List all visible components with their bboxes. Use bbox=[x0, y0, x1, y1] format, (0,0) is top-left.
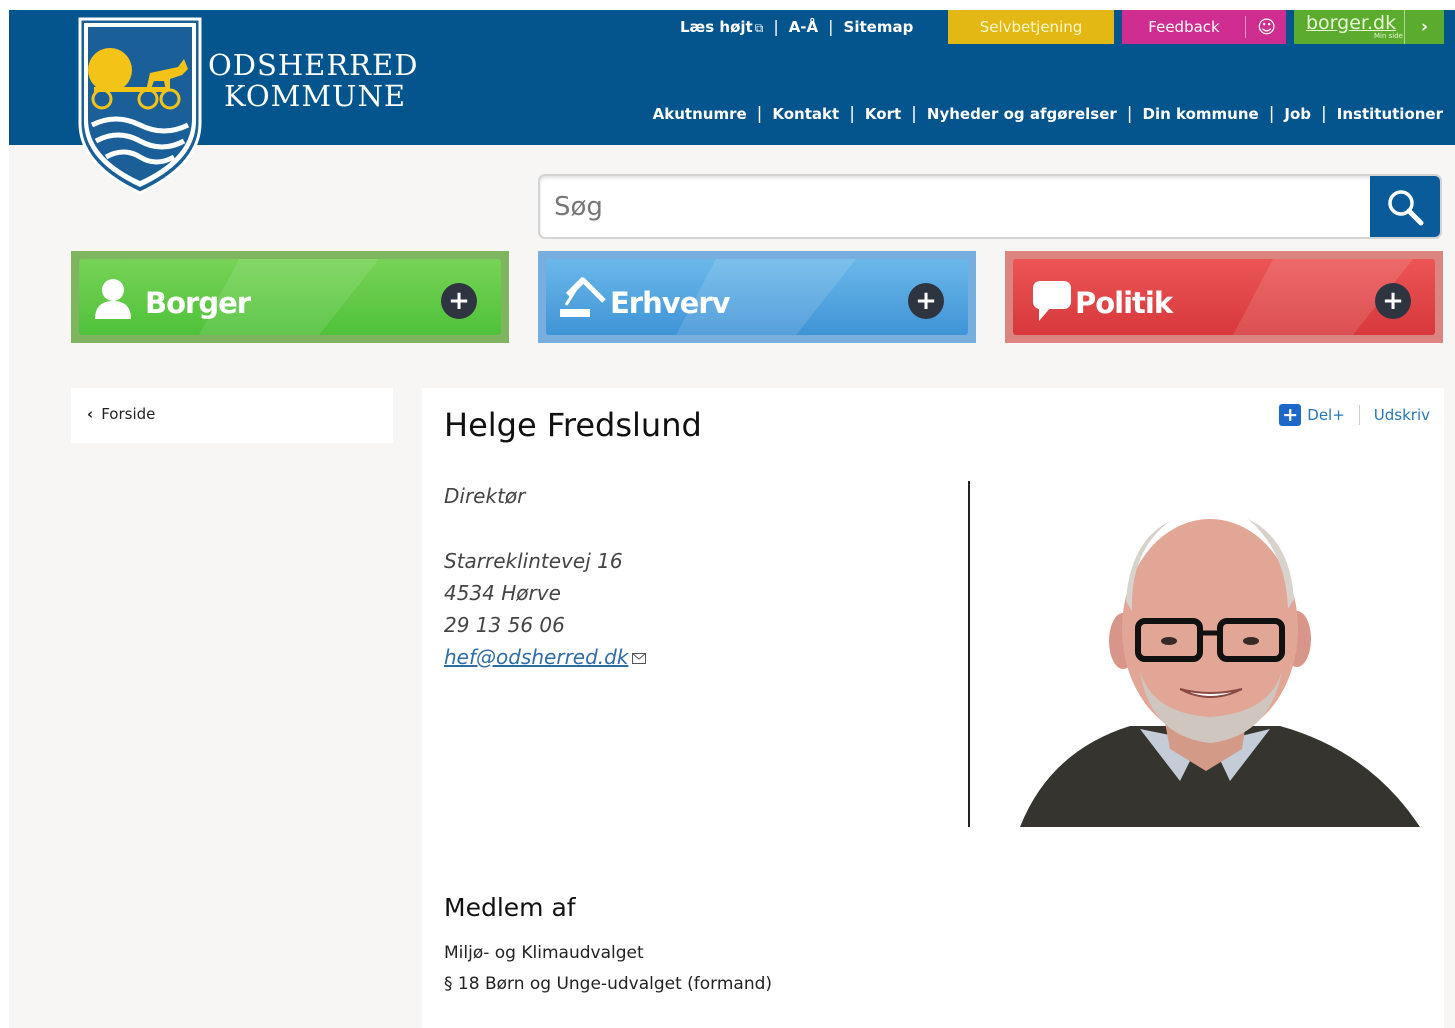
borger-dk-label: borger.dk bbox=[1306, 12, 1397, 34]
plus-icon: + bbox=[908, 283, 944, 319]
tile-borger-label: Borger bbox=[145, 286, 251, 320]
print-link[interactable]: Udskriv bbox=[1374, 406, 1430, 424]
read-aloud-link[interactable]: Læs højt ⧉ bbox=[670, 18, 773, 36]
borger-dk-link[interactable]: borger.dk Min side › bbox=[1294, 10, 1444, 44]
nav-akutnumre[interactable]: Akutnumre bbox=[643, 105, 757, 123]
membership-heading: Medlem af bbox=[444, 893, 576, 922]
profile-role: Direktør bbox=[444, 484, 526, 508]
search-input[interactable] bbox=[540, 176, 1372, 237]
tile-erhverv-label: Erhverv bbox=[610, 286, 731, 320]
search-bar bbox=[538, 174, 1442, 239]
chevron-left-icon: ‹ bbox=[87, 405, 94, 423]
mail-icon bbox=[632, 653, 647, 664]
tile-borger-body: Borger + bbox=[79, 259, 501, 335]
search-icon bbox=[1388, 189, 1424, 225]
back-to-forside-link[interactable]: ‹ Forside bbox=[87, 405, 155, 423]
nav-job[interactable]: Job bbox=[1274, 105, 1321, 123]
sidebar: ‹ Forside bbox=[71, 388, 393, 443]
divider bbox=[1245, 16, 1246, 38]
person-icon bbox=[95, 279, 131, 319]
tile-borger[interactable]: Borger + bbox=[71, 251, 509, 343]
share-link[interactable]: Del+ bbox=[1307, 406, 1345, 424]
logo-line1: ODSHERRED bbox=[208, 48, 419, 82]
address-street: Starreklintevej 16 bbox=[444, 549, 623, 573]
tile-politik-label: Politik bbox=[1075, 286, 1173, 320]
profile-content: Helge Fredslund + Del+ Udskriv Direktør … bbox=[422, 388, 1444, 1028]
membership-item: Miljø- og Klimaudvalget bbox=[444, 943, 644, 963]
share-plus-icon[interactable]: + bbox=[1279, 404, 1302, 426]
nav-nyheder[interactable]: Nyheder og afgørelser bbox=[917, 105, 1127, 123]
profile-photo bbox=[980, 481, 1426, 827]
feedback-label: Feedback bbox=[1148, 18, 1220, 36]
divider-line bbox=[968, 481, 970, 827]
membership-item: § 18 Børn og Unge-udvalget (formand) bbox=[444, 974, 773, 994]
search-button[interactable] bbox=[1370, 176, 1440, 237]
page: ODSHERRED KOMMUNE Læs højt ⧉ | A-Å | Site… bbox=[0, 0, 1455, 1028]
feedback-button[interactable]: Feedback ☺ bbox=[1122, 10, 1286, 44]
read-aloud-label: Læs højt bbox=[680, 17, 753, 36]
tile-erhverv-body: Erhverv + bbox=[546, 259, 968, 335]
main-nav: Akutnumre | Kontakt | Kort | Nyheder og … bbox=[643, 104, 1443, 124]
membership-list: Miljø- og Klimaudvalget § 18 Børn og Ung… bbox=[444, 938, 772, 1000]
a-z-link[interactable]: A-Å bbox=[779, 18, 828, 36]
phone-number: 29 13 56 06 bbox=[444, 613, 565, 637]
portrait-illustration bbox=[980, 481, 1426, 827]
tile-sheen bbox=[199, 259, 379, 335]
speech-bubble-icon bbox=[1033, 281, 1071, 321]
selvbetjening-label: Selvbetjening bbox=[979, 18, 1083, 36]
tile-politik[interactable]: Politik + bbox=[1005, 251, 1443, 343]
external-window-icon: ⧉ bbox=[754, 20, 764, 35]
gavel-icon bbox=[560, 276, 606, 317]
logo-line2: KOMMUNE bbox=[224, 79, 407, 113]
tile-erhverv[interactable]: Erhverv + bbox=[538, 251, 976, 343]
page-title: Helge Fredslund bbox=[444, 406, 702, 444]
contact-info: Starreklintevej 16 4534 Hørve 29 13 56 0… bbox=[444, 545, 647, 673]
nav-kort[interactable]: Kort bbox=[855, 105, 911, 123]
odsherred-logo[interactable] bbox=[70, 15, 210, 201]
logo-wordmark[interactable]: ODSHERRED KOMMUNE bbox=[208, 50, 418, 112]
email-link[interactable]: hef@odsherred.dk bbox=[444, 645, 628, 669]
plus-icon: + bbox=[441, 283, 477, 319]
nav-din-kommune[interactable]: Din kommune bbox=[1133, 105, 1269, 123]
address-city: 4534 Hørve bbox=[444, 581, 561, 605]
back-label: Forside bbox=[101, 405, 156, 423]
chevron-right-icon: › bbox=[1404, 10, 1444, 44]
plus-icon: + bbox=[1375, 283, 1411, 319]
selvbetjening-button[interactable]: Selvbetjening bbox=[948, 10, 1114, 44]
smiley-icon: ☺ bbox=[1257, 16, 1276, 38]
share-tools: + Del+ Udskriv bbox=[1279, 404, 1430, 426]
divider bbox=[1358, 405, 1360, 425]
sitemap-link[interactable]: Sitemap bbox=[834, 18, 924, 36]
utility-nav: Læs højt ⧉ | A-Å | Sitemap bbox=[670, 10, 923, 43]
nav-institutioner[interactable]: Institutioner bbox=[1327, 105, 1443, 123]
nav-kontakt[interactable]: Kontakt bbox=[762, 105, 849, 123]
tile-politik-body: Politik + bbox=[1013, 259, 1435, 335]
borger-dk-sublabel: Min side bbox=[1374, 32, 1403, 40]
